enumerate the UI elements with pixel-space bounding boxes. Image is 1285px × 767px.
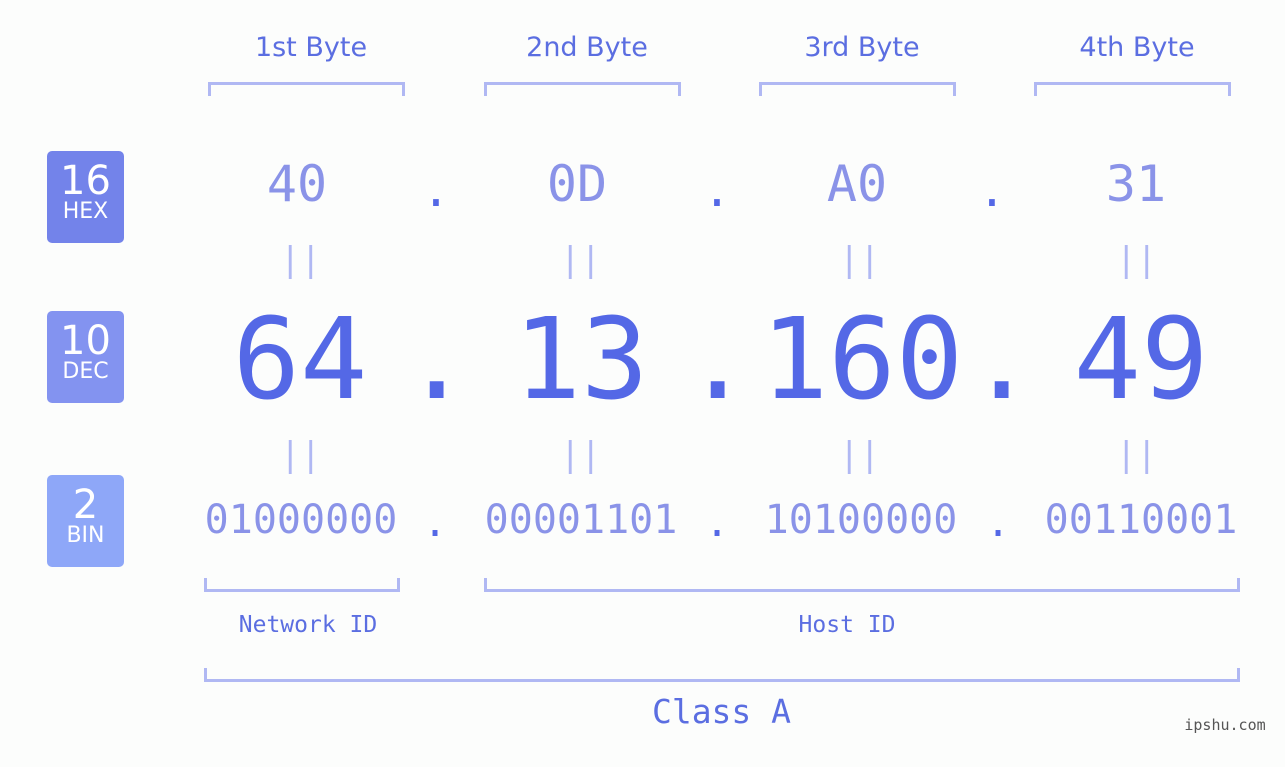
equals-sign: ||: [280, 240, 321, 280]
equals-sign: ||: [280, 435, 321, 475]
byte-label-3: 3rd Byte: [804, 32, 920, 63]
dec-base-label: DEC: [62, 359, 109, 384]
host-id-bracket: [484, 578, 1240, 592]
byte-bracket-4: [1034, 82, 1231, 96]
dec-badge: 10 DEC: [47, 311, 124, 403]
dec-byte-2: 13: [513, 295, 649, 425]
bin-base-label: BIN: [66, 523, 105, 548]
host-id-label: Host ID: [798, 612, 896, 638]
hex-base-number: 16: [60, 158, 111, 204]
dec-byte-3: 160: [760, 295, 964, 425]
hex-byte-2: 0D: [546, 155, 608, 213]
hex-byte-3: A0: [826, 155, 888, 213]
bin-byte-3: 10100000: [764, 497, 958, 543]
equals-sign: ||: [839, 435, 880, 475]
hex-separator: .: [703, 163, 731, 217]
hex-byte-1: 40: [266, 155, 328, 213]
equals-sign: ||: [1116, 240, 1157, 280]
byte-bracket-2: [484, 82, 681, 96]
dec-separator: .: [403, 295, 471, 425]
hex-separator: .: [978, 163, 1006, 217]
byte-label-4: 4th Byte: [1079, 32, 1195, 63]
byte-bracket-1: [208, 82, 405, 96]
hex-base-label: HEX: [62, 199, 109, 224]
hex-badge: 16 HEX: [47, 151, 124, 243]
equals-sign: ||: [560, 435, 601, 475]
bin-separator: .: [985, 500, 1011, 546]
dec-separator: .: [684, 295, 752, 425]
dec-byte-1: 64: [232, 295, 368, 425]
bin-badge: 2 BIN: [47, 475, 124, 567]
byte-label-2: 2nd Byte: [526, 32, 648, 63]
bin-byte-1: 01000000: [204, 497, 398, 543]
bin-separator: .: [422, 500, 448, 546]
bin-base-number: 2: [72, 482, 99, 528]
dec-base-number: 10: [60, 318, 111, 364]
bin-separator: .: [704, 500, 730, 546]
dec-separator: .: [968, 295, 1036, 425]
equals-sign: ||: [839, 240, 880, 280]
network-id-label: Network ID: [238, 612, 378, 638]
hex-separator: .: [422, 163, 450, 217]
byte-bracket-3: [759, 82, 956, 96]
bin-byte-2: 00001101: [484, 497, 678, 543]
class-bracket: [204, 668, 1240, 682]
class-label: Class A: [651, 692, 792, 731]
equals-sign: ||: [560, 240, 601, 280]
network-id-bracket: [204, 578, 400, 592]
dec-byte-4: 49: [1073, 295, 1209, 425]
byte-label-1: 1st Byte: [254, 32, 368, 63]
watermark: ipshu.com: [1184, 716, 1266, 734]
hex-byte-4: 31: [1105, 155, 1167, 213]
equals-sign: ||: [1116, 435, 1157, 475]
bin-byte-4: 00110001: [1044, 497, 1238, 543]
